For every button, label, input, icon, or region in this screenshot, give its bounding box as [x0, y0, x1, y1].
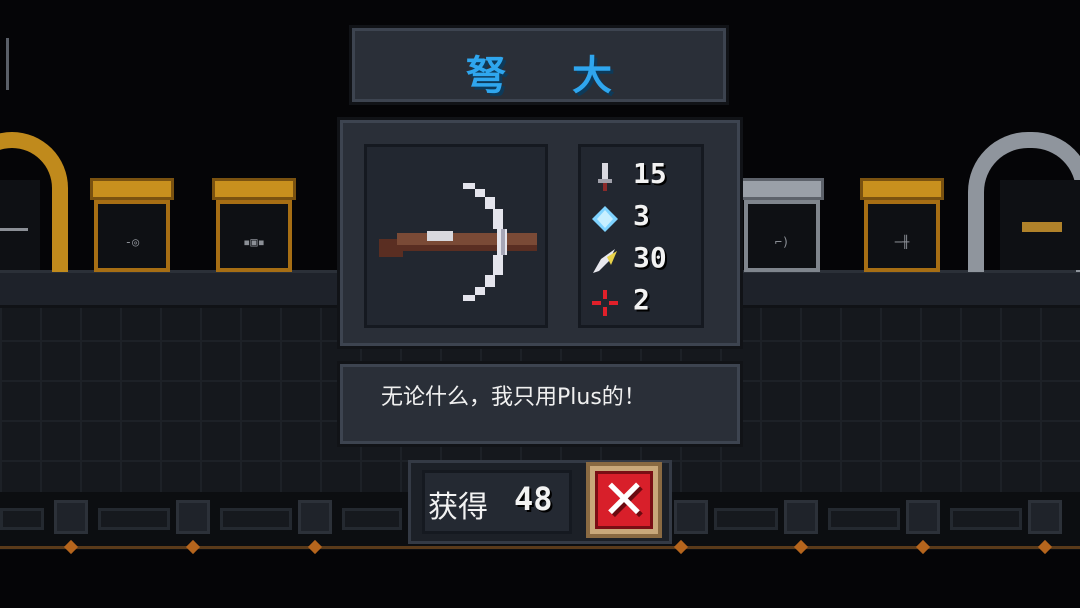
stat-critical: 30 [591, 241, 701, 277]
rail-block [906, 500, 940, 534]
crossbow-small-item-icon: ⌐) [774, 235, 790, 250]
weapon-stats: 15 3 30 2 [578, 144, 704, 328]
device-item-icon: ▪▣▪ [243, 235, 265, 250]
stat-accuracy: 2 [591, 283, 701, 319]
weapon-name: 弩 大 [466, 53, 638, 99]
close-glyph: ✕ [601, 468, 647, 531]
weapon-case[interactable]: ▪▣▪ [212, 178, 296, 272]
energy-crystal-icon [592, 206, 618, 232]
stat-critical-value: 30 [633, 241, 667, 274]
obtain-cost: 48 [514, 480, 553, 518]
edge-marker [6, 38, 9, 90]
rail-bar [714, 508, 778, 530]
weapon-case[interactable]: ⌐) [740, 178, 824, 272]
rail-bar [0, 508, 44, 530]
weapon-quote: 无论什么，我只用Plus的！ [381, 385, 646, 410]
weapon-case[interactable]: ─╫ [860, 178, 944, 272]
sword-damage-icon [598, 163, 612, 191]
rail-block [298, 500, 332, 534]
rail-bar [342, 508, 402, 530]
weapon-quote-panel: 无论什么，我只用Plus的！ [340, 364, 740, 444]
arch-item-right [1022, 222, 1062, 232]
rail-bar [98, 508, 170, 530]
racket-item-icon: -◎ [124, 235, 140, 250]
stat-accuracy-value: 2 [633, 283, 650, 316]
stat-energy: 3 [591, 199, 701, 235]
stat-damage: 15 [591, 157, 701, 193]
rail-block [784, 500, 818, 534]
crosshair-accuracy-icon [592, 290, 618, 316]
critical-feather-icon [593, 249, 617, 273]
stat-energy-value: 3 [633, 199, 650, 232]
close-button[interactable]: ✕ [586, 462, 662, 538]
crossbow-icon [379, 183, 537, 301]
rail-block [54, 500, 88, 534]
weapon-preview [364, 144, 548, 328]
weapon-case[interactable]: -◎ [90, 178, 174, 272]
rail-bar [950, 508, 1022, 530]
rail-bar [828, 508, 900, 530]
staff-item-icon: ─╫ [894, 235, 910, 250]
arch-item-left [0, 228, 28, 231]
rail-block [1028, 500, 1062, 534]
close-x-icon: ✕ [595, 468, 653, 531]
rail-block [176, 500, 210, 534]
rail-bar [220, 508, 292, 530]
stat-damage-value: 15 [633, 157, 667, 190]
arch-inner-left [0, 180, 40, 270]
weapon-title-panel: 弩 大 [352, 28, 726, 102]
obtain-label: 获得 [428, 490, 488, 525]
rail-block [674, 500, 708, 534]
